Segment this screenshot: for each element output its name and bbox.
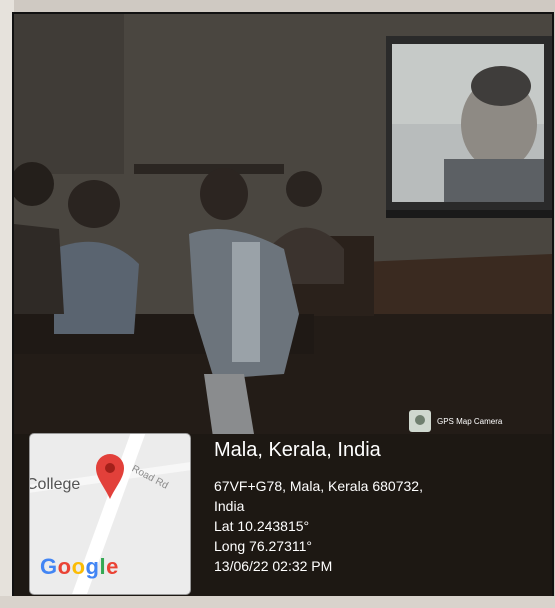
address-line: India <box>214 498 245 514</box>
location-info: Mala, Kerala, India 67VF+G78, Mala, Kera… <box>214 439 423 576</box>
map-pin-icon <box>96 454 124 499</box>
map-thumbnail: College Road Rd Google <box>30 434 190 594</box>
classroom-photo: GPS Map Camera College Road Rd Google Ma… <box>12 12 554 602</box>
desk-row <box>134 164 284 174</box>
paper-margin <box>0 596 555 608</box>
latitude: Lat 10.243815° <box>214 518 310 534</box>
place-title: Mala, Kerala, India <box>214 439 381 461</box>
timestamp: 13/06/22 02:32 PM <box>214 558 333 574</box>
student <box>68 180 120 228</box>
camera-app-icon <box>409 410 431 432</box>
student <box>286 171 322 207</box>
gps-map-camera-badge: GPS Map Camera <box>409 410 502 432</box>
map-place-label: College <box>30 476 81 493</box>
badge-label: GPS Map Camera <box>437 416 503 426</box>
address-line: 67VF+G78, Mala, Kerala 680732, <box>214 478 423 494</box>
google-logo: Google <box>40 554 119 579</box>
student-foreground <box>200 168 248 220</box>
longitude: Long 76.27311° <box>214 538 312 554</box>
